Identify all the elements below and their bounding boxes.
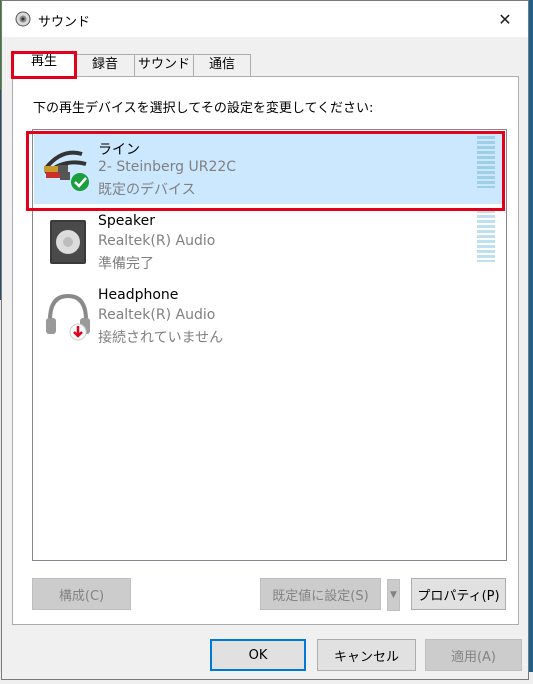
close-icon: ✕ bbox=[498, 9, 512, 29]
window-title: サウンド bbox=[38, 15, 91, 30]
properties-button[interactable]: プロパティ(P) bbox=[411, 578, 506, 610]
configure-button[interactable]: 構成(C) bbox=[32, 578, 131, 610]
close-button[interactable]: ✕ bbox=[482, 1, 528, 37]
tab-sounds[interactable]: サウンド bbox=[134, 54, 194, 76]
tab-highlight-box bbox=[11, 51, 77, 79]
device-status: 準備完了 bbox=[98, 256, 154, 272]
chevron-down-icon: ▼ bbox=[390, 590, 397, 600]
device-item-headphone[interactable]: Headphone Realtek(R) Audio 接続されていません bbox=[34, 280, 505, 352]
sound-dialog: サウンド ✕ 再生 録音 サウンド 通信 下の再生デバイスを選択してその設定を変… bbox=[1, 0, 529, 680]
device-name: Speaker bbox=[98, 213, 155, 229]
volume-level-meter bbox=[477, 210, 495, 262]
instruction-text: 下の再生デバイスを選択してその設定を変更してください: bbox=[33, 101, 374, 116]
device-status: 接続されていません bbox=[98, 330, 224, 346]
cancel-button[interactable]: キャンセル bbox=[317, 639, 416, 671]
speaker-icon bbox=[50, 220, 86, 264]
title-bar[interactable]: サウンド ✕ bbox=[2, 1, 528, 37]
speaker-app-icon bbox=[15, 11, 31, 27]
apply-button[interactable]: 適用(A) bbox=[425, 639, 522, 671]
set-default-button[interactable]: 既定値に設定(S) bbox=[260, 578, 381, 610]
device-description: Realtek(R) Audio bbox=[98, 233, 216, 249]
device-description: Realtek(R) Audio bbox=[98, 307, 216, 323]
set-default-dropdown-button[interactable]: ▼ bbox=[387, 579, 400, 611]
tab-recording[interactable]: 録音 bbox=[75, 54, 135, 76]
device-name: Headphone bbox=[98, 287, 179, 303]
ok-button[interactable]: OK bbox=[210, 639, 306, 671]
device-item-speaker[interactable]: Speaker Realtek(R) Audio 準備完了 bbox=[34, 206, 505, 278]
device-highlight-box bbox=[26, 131, 505, 211]
tab-communications[interactable]: 通信 bbox=[193, 54, 251, 76]
down-arrow-badge-icon bbox=[69, 323, 87, 341]
headphone-icon bbox=[46, 293, 90, 341]
